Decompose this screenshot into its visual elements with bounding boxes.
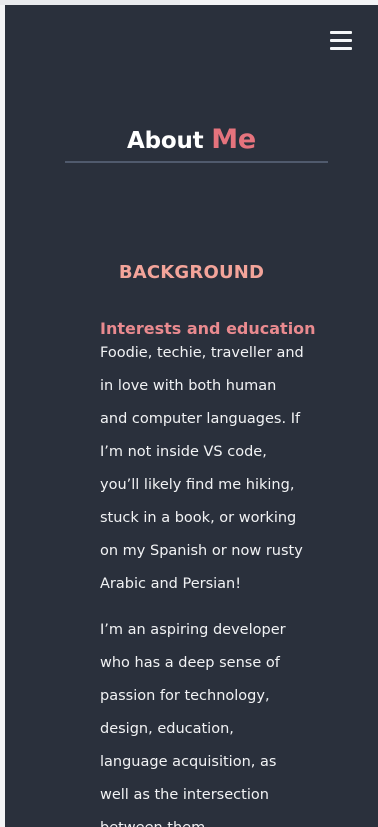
background-paragraph-2: I’m an aspiring developer who has a deep… <box>100 622 286 827</box>
about-page: About Me BACKGROUND Interests and educat… <box>5 5 378 827</box>
background-section-heading: BACKGROUND <box>118 261 265 283</box>
page-title-me: Me <box>211 124 257 156</box>
hamburger-line-top <box>330 31 352 34</box>
page-title-about: About <box>126 128 204 155</box>
page-title: About Me <box>5 124 378 155</box>
hamburger-line-bottom <box>330 47 352 50</box>
hamburger-menu-icon[interactable] <box>330 31 352 51</box>
interests-education-heading: Interests and education <box>100 319 316 338</box>
background-paragraph-1: Foodie, techie, traveller and in love wi… <box>100 345 304 592</box>
title-divider <box>65 161 328 163</box>
hamburger-line-middle <box>330 39 352 42</box>
